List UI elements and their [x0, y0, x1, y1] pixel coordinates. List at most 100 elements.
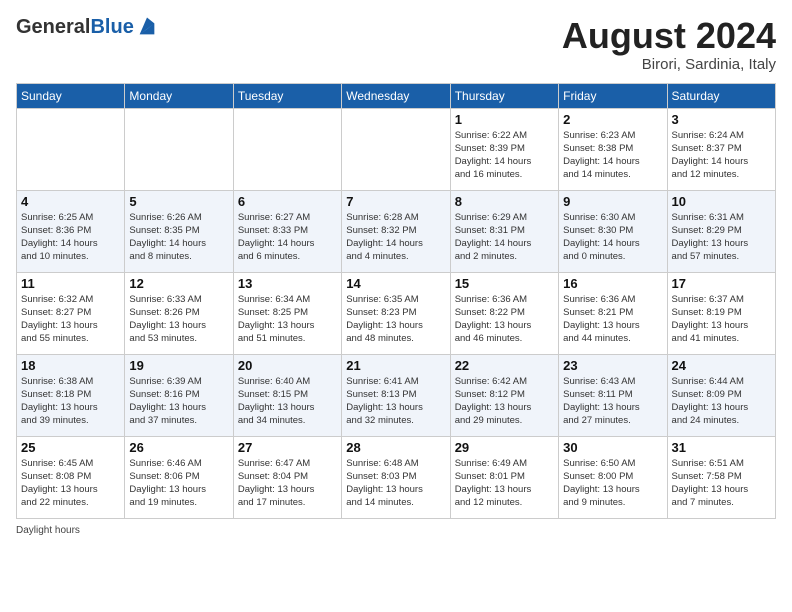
day-info: Sunrise: 6:43 AM Sunset: 8:11 PM Dayligh…: [563, 375, 662, 428]
day-info: Sunrise: 6:47 AM Sunset: 8:04 PM Dayligh…: [238, 457, 337, 510]
day-info: Sunrise: 6:37 AM Sunset: 8:19 PM Dayligh…: [672, 293, 771, 346]
day-number: 28: [346, 440, 445, 455]
calendar-day-cell: 29Sunrise: 6:49 AM Sunset: 8:01 PM Dayli…: [450, 436, 558, 518]
day-number: 4: [21, 194, 120, 209]
calendar-day-cell: 13 Sunrise: 6:34 AM Sunset: 8:25 PM Dayli…: [233, 272, 341, 354]
day-info: Sunrise: 6:23 AM Sunset: 8:38 PM Dayligh…: [563, 129, 662, 182]
day-info: Sunrise: 6:48 AM Sunset: 8:03 PM Dayligh…: [346, 457, 445, 510]
day-number: 31: [672, 440, 771, 455]
day-info: Sunrise: 6:36 AM Sunset: 8:21 PM Dayligh…: [563, 293, 662, 346]
logo: GeneralBlue: [16, 16, 158, 38]
day-info: Sunrise: 6:42 AM Sunset: 8:12 PM Dayligh…: [455, 375, 554, 428]
calendar-day-cell: 21Sunrise: 6:41 AM Sunset: 8:13 PM Dayli…: [342, 354, 450, 436]
day-info: Sunrise: 6:36 AM Sunset: 8:22 PM Dayligh…: [455, 293, 554, 346]
day-info: Sunrise: 6:27 AM Sunset: 8:33 PM Dayligh…: [238, 211, 337, 264]
day-number: 23: [563, 358, 662, 373]
calendar-day-cell: 25 Sunrise: 6:45 AM Sunset: 8:08 PM Dayli…: [17, 436, 125, 518]
day-info: Sunrise: 6:49 AM Sunset: 8:01 PM Dayligh…: [455, 457, 554, 510]
calendar-header-wednesday: Wednesday: [342, 83, 450, 108]
day-number: 15: [455, 276, 554, 291]
day-info: Sunrise: 6:34 AM Sunset: 8:25 PM Dayligh…: [238, 293, 337, 346]
calendar-day-cell: 6 Sunrise: 6:27 AM Sunset: 8:33 PM Daylig…: [233, 190, 341, 272]
calendar-day-cell: 16Sunrise: 6:36 AM Sunset: 8:21 PM Dayli…: [559, 272, 667, 354]
calendar-day-cell: 26 Sunrise: 6:46 AM Sunset: 8:06 PM Dayli…: [125, 436, 233, 518]
day-number: 1: [455, 112, 554, 127]
calendar-day-cell: 1 Sunrise: 6:22 AM Sunset: 8:39 PM Daylig…: [450, 108, 558, 190]
calendar-day-cell: 18Sunrise: 6:38 AM Sunset: 8:18 PM Dayli…: [17, 354, 125, 436]
calendar-day-cell: 27 Sunrise: 6:47 AM Sunset: 8:04 PM Dayli…: [233, 436, 341, 518]
calendar-week-row: 1 Sunrise: 6:22 AM Sunset: 8:39 PM Daylig…: [17, 108, 776, 190]
calendar-header-monday: Monday: [125, 83, 233, 108]
calendar-header-saturday: Saturday: [667, 83, 775, 108]
calendar-header-friday: Friday: [559, 83, 667, 108]
calendar-week-row: 4 Sunrise: 6:25 AM Sunset: 8:36 PM Daylig…: [17, 190, 776, 272]
calendar-day-cell: 23 Sunrise: 6:43 AM Sunset: 8:11 PM Dayli…: [559, 354, 667, 436]
day-number: 2: [563, 112, 662, 127]
calendar-day-cell: 31 Sunrise: 6:51 AM Sunset: 7:58 PM Dayli…: [667, 436, 775, 518]
day-number: 12: [129, 276, 228, 291]
footer: Daylight hours: [16, 525, 776, 536]
header: GeneralBlue August 2024 Birori, Sardinia…: [16, 16, 776, 73]
day-number: 3: [672, 112, 771, 127]
calendar-day-cell: 7Sunrise: 6:28 AM Sunset: 8:32 PM Daylig…: [342, 190, 450, 272]
day-number: 11: [21, 276, 120, 291]
day-number: 14: [346, 276, 445, 291]
day-number: 18: [21, 358, 120, 373]
calendar-day-cell: 11 Sunrise: 6:32 AM Sunset: 8:27 PM Dayli…: [17, 272, 125, 354]
location: Birori, Sardinia, Italy: [562, 56, 776, 73]
month-title: August 2024: [562, 16, 776, 56]
calendar-day-cell: 14 Sunrise: 6:35 AM Sunset: 8:23 PM Dayli…: [342, 272, 450, 354]
calendar-day-cell: 3 Sunrise: 6:24 AM Sunset: 8:37 PM Daylig…: [667, 108, 775, 190]
day-info: Sunrise: 6:44 AM Sunset: 8:09 PM Dayligh…: [672, 375, 771, 428]
calendar-day-cell: [125, 108, 233, 190]
calendar-day-cell: 10Sunrise: 6:31 AM Sunset: 8:29 PM Dayli…: [667, 190, 775, 272]
day-number: 8: [455, 194, 554, 209]
calendar-day-cell: [233, 108, 341, 190]
day-info: Sunrise: 6:40 AM Sunset: 8:15 PM Dayligh…: [238, 375, 337, 428]
day-info: Sunrise: 6:25 AM Sunset: 8:36 PM Dayligh…: [21, 211, 120, 264]
day-info: Sunrise: 6:39 AM Sunset: 8:16 PM Dayligh…: [129, 375, 228, 428]
day-info: Sunrise: 6:45 AM Sunset: 8:08 PM Dayligh…: [21, 457, 120, 510]
day-number: 30: [563, 440, 662, 455]
calendar-day-cell: [342, 108, 450, 190]
day-number: 9: [563, 194, 662, 209]
calendar-day-cell: 20Sunrise: 6:40 AM Sunset: 8:15 PM Dayli…: [233, 354, 341, 436]
calendar-day-cell: 22 Sunrise: 6:42 AM Sunset: 8:12 PM Dayli…: [450, 354, 558, 436]
day-number: 7: [346, 194, 445, 209]
day-info: Sunrise: 6:24 AM Sunset: 8:37 PM Dayligh…: [672, 129, 771, 182]
day-info: Sunrise: 6:50 AM Sunset: 8:00 PM Dayligh…: [563, 457, 662, 510]
title-block: August 2024 Birori, Sardinia, Italy: [562, 16, 776, 73]
day-info: Sunrise: 6:33 AM Sunset: 8:26 PM Dayligh…: [129, 293, 228, 346]
day-info: Sunrise: 6:46 AM Sunset: 8:06 PM Dayligh…: [129, 457, 228, 510]
day-info: Sunrise: 6:26 AM Sunset: 8:35 PM Dayligh…: [129, 211, 228, 264]
calendar-header-thursday: Thursday: [450, 83, 558, 108]
day-number: 13: [238, 276, 337, 291]
day-number: 6: [238, 194, 337, 209]
calendar-day-cell: [17, 108, 125, 190]
day-number: 27: [238, 440, 337, 455]
day-number: 17: [672, 276, 771, 291]
day-info: Sunrise: 6:41 AM Sunset: 8:13 PM Dayligh…: [346, 375, 445, 428]
calendar-header-row: SundayMondayTuesdayWednesdayThursdayFrid…: [17, 83, 776, 108]
day-number: 5: [129, 194, 228, 209]
calendar-day-cell: 8 Sunrise: 6:29 AM Sunset: 8:31 PM Daylig…: [450, 190, 558, 272]
calendar-day-cell: 4 Sunrise: 6:25 AM Sunset: 8:36 PM Daylig…: [17, 190, 125, 272]
day-info: Sunrise: 6:30 AM Sunset: 8:30 PM Dayligh…: [563, 211, 662, 264]
calendar-day-cell: 2 Sunrise: 6:23 AM Sunset: 8:38 PM Daylig…: [559, 108, 667, 190]
calendar-week-row: 25 Sunrise: 6:45 AM Sunset: 8:08 PM Dayli…: [17, 436, 776, 518]
day-info: Sunrise: 6:35 AM Sunset: 8:23 PM Dayligh…: [346, 293, 445, 346]
calendar-day-cell: 19 Sunrise: 6:39 AM Sunset: 8:16 PM Dayli…: [125, 354, 233, 436]
calendar-week-row: 11 Sunrise: 6:32 AM Sunset: 8:27 PM Dayli…: [17, 272, 776, 354]
day-info: Sunrise: 6:22 AM Sunset: 8:39 PM Dayligh…: [455, 129, 554, 182]
day-number: 22: [455, 358, 554, 373]
calendar-day-cell: 9 Sunrise: 6:30 AM Sunset: 8:30 PM Daylig…: [559, 190, 667, 272]
calendar-day-cell: 12 Sunrise: 6:33 AM Sunset: 8:26 PM Dayli…: [125, 272, 233, 354]
day-number: 26: [129, 440, 228, 455]
calendar-day-cell: 15 Sunrise: 6:36 AM Sunset: 8:22 PM Dayli…: [450, 272, 558, 354]
day-info: Sunrise: 6:32 AM Sunset: 8:27 PM Dayligh…: [21, 293, 120, 346]
page: GeneralBlue August 2024 Birori, Sardinia…: [0, 0, 792, 612]
day-info: Sunrise: 6:51 AM Sunset: 7:58 PM Dayligh…: [672, 457, 771, 510]
day-number: 19: [129, 358, 228, 373]
day-number: 25: [21, 440, 120, 455]
day-info: Sunrise: 6:29 AM Sunset: 8:31 PM Dayligh…: [455, 211, 554, 264]
